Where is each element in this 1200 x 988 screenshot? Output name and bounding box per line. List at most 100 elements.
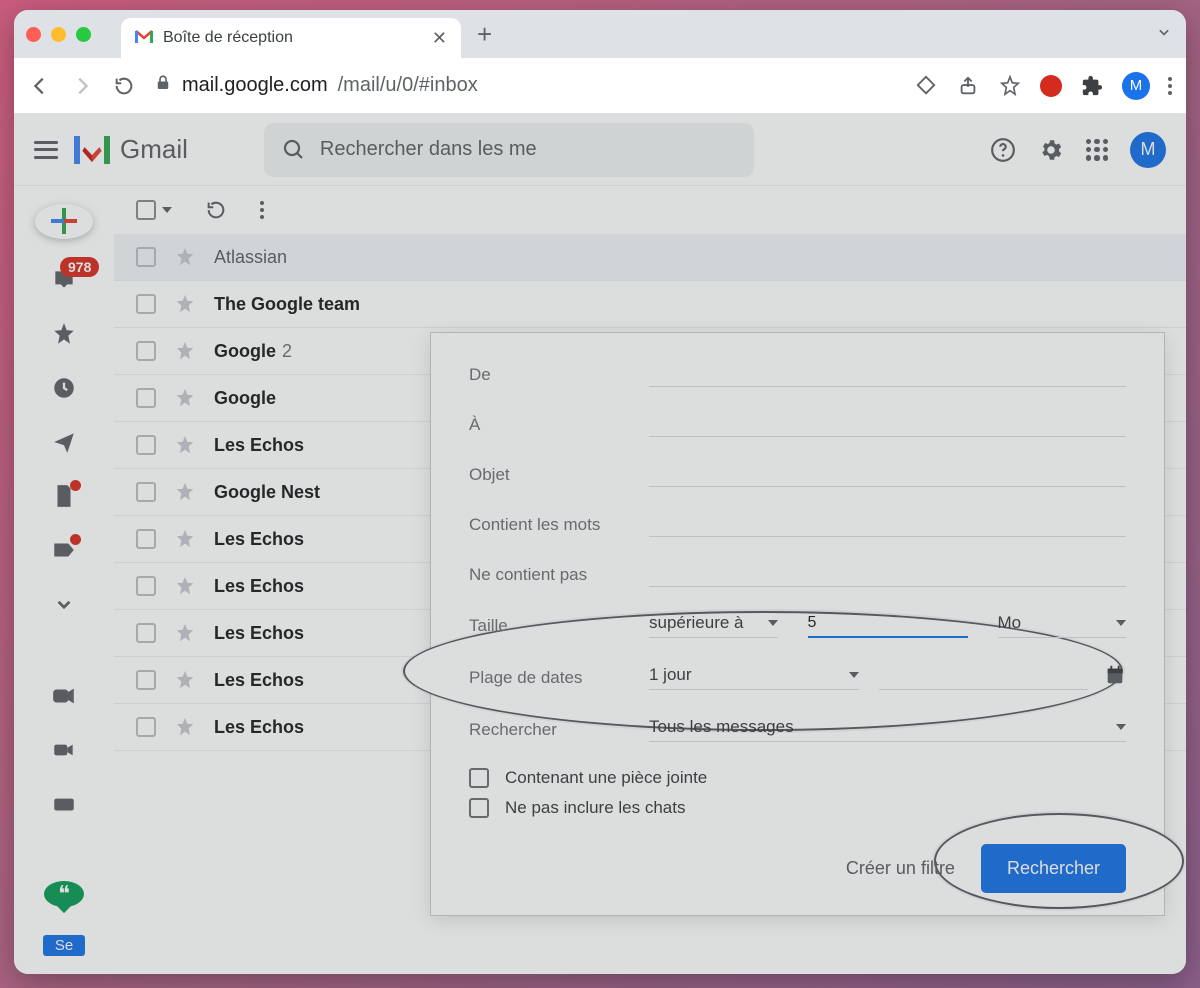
list-more-icon[interactable] <box>260 201 264 219</box>
has-words-input[interactable] <box>649 513 1126 537</box>
tabs-dropdown-icon[interactable] <box>1154 22 1174 47</box>
help-icon[interactable] <box>990 137 1016 163</box>
sender: Google <box>214 388 276 409</box>
row-star-icon[interactable] <box>174 387 196 409</box>
to-label: À <box>469 415 649 435</box>
subject-input[interactable] <box>649 463 1126 487</box>
searchin-select[interactable]: Tous les messages <box>649 717 1126 742</box>
exclude-chats-check[interactable]: Ne pas inclure les chats <box>469 798 1126 818</box>
share-icon[interactable] <box>956 74 980 98</box>
gmail-text: Gmail <box>120 134 188 165</box>
search-filter-panel: De À Objet Contient les mots Ne contient… <box>430 332 1165 916</box>
create-filter-link[interactable]: Créer un filtre <box>846 858 955 879</box>
not-has-input[interactable] <box>649 563 1126 587</box>
meet-camera-icon[interactable] <box>50 683 78 709</box>
hangouts-icon[interactable]: ❝ <box>44 881 84 907</box>
reader-mode-icon[interactable] <box>914 74 938 98</box>
extension-red-icon[interactable] <box>1040 75 1062 97</box>
row-star-icon[interactable] <box>174 293 196 315</box>
mail-row[interactable]: Atlassian <box>114 234 1186 281</box>
daterange-input[interactable] <box>879 666 1089 690</box>
keyboard-icon[interactable] <box>50 791 78 817</box>
meet-camera-solid-icon[interactable] <box>50 737 78 763</box>
snoozed-icon[interactable] <box>50 375 78 401</box>
subject-label: Objet <box>469 465 649 485</box>
row-checkbox[interactable] <box>136 247 156 267</box>
has-words-label: Contient les mots <box>469 515 649 535</box>
lock-icon <box>154 74 172 98</box>
row-star-icon[interactable] <box>174 528 196 550</box>
extensions-puzzle-icon[interactable] <box>1080 74 1104 98</box>
row-checkbox[interactable] <box>136 482 156 502</box>
sent-icon[interactable] <box>50 429 78 455</box>
size-label: Taille <box>469 616 649 636</box>
close-tab-icon[interactable]: ✕ <box>432 28 447 49</box>
row-star-icon[interactable] <box>174 434 196 456</box>
row-checkbox[interactable] <box>136 717 156 737</box>
row-checkbox[interactable] <box>136 670 156 690</box>
sender: The Google team <box>214 294 360 315</box>
search-placeholder: Rechercher dans les me <box>320 138 537 161</box>
profile-avatar[interactable]: M <box>1122 72 1150 100</box>
row-star-icon[interactable] <box>174 575 196 597</box>
settings-gear-icon[interactable] <box>1038 137 1064 163</box>
refresh-icon[interactable] <box>204 198 228 222</box>
labels-icon[interactable] <box>50 537 78 563</box>
gmail-logo[interactable]: Gmail <box>74 134 188 165</box>
more-icon[interactable] <box>50 591 78 617</box>
header-right: M <box>990 132 1166 168</box>
maximize-window[interactable] <box>76 27 91 42</box>
from-input[interactable] <box>649 363 1126 387</box>
sender: Les Echos <box>214 435 304 456</box>
row-checkbox[interactable] <box>136 623 156 643</box>
plus-icon <box>51 208 77 234</box>
menu-hamburger-icon[interactable] <box>34 141 58 159</box>
close-window[interactable] <box>26 27 41 42</box>
sender: Les Echos <box>214 717 304 738</box>
to-input[interactable] <box>649 413 1126 437</box>
compose-button[interactable] <box>35 204 93 239</box>
has-attachment-check[interactable]: Contenant une pièce jointe <box>469 768 1126 788</box>
forward-icon[interactable] <box>70 74 94 98</box>
select-all[interactable] <box>136 200 172 220</box>
mail-row[interactable]: The Google team <box>114 281 1186 328</box>
row-checkbox[interactable] <box>136 529 156 549</box>
search-box[interactable]: Rechercher dans les me <box>264 123 754 177</box>
se-button[interactable]: Se <box>43 935 85 956</box>
row-star-icon[interactable] <box>174 716 196 738</box>
browser-tab[interactable]: Boîte de réception ✕ <box>121 18 461 58</box>
bookmark-star-icon[interactable] <box>998 74 1022 98</box>
browser-menu-icon[interactable] <box>1168 77 1172 95</box>
calendar-icon[interactable] <box>1104 664 1126 691</box>
drafts-icon[interactable] <box>50 483 78 509</box>
minimize-window[interactable] <box>51 27 66 42</box>
row-checkbox[interactable] <box>136 294 156 314</box>
url-bar[interactable]: mail.google.com/mail/u/0/#inbox <box>154 74 896 98</box>
reload-icon[interactable] <box>112 74 136 98</box>
row-star-icon[interactable] <box>174 669 196 691</box>
row-star-icon[interactable] <box>174 622 196 644</box>
starred-icon[interactable] <box>50 321 78 347</box>
row-checkbox[interactable] <box>136 341 156 361</box>
sender: Google2 <box>214 341 292 362</box>
row-checkbox[interactable] <box>136 435 156 455</box>
size-value-input[interactable]: 5 <box>808 614 968 638</box>
row-star-icon[interactable] <box>174 340 196 362</box>
size-op-select[interactable]: supérieure à <box>649 613 778 638</box>
new-tab-button[interactable]: + <box>477 19 492 50</box>
row-checkbox[interactable] <box>136 388 156 408</box>
size-unit-select[interactable]: Mo <box>998 613 1127 638</box>
daterange-select[interactable]: 1 jour <box>649 665 859 690</box>
inbox-icon[interactable]: 978 <box>50 267 78 293</box>
search-button[interactable]: Rechercher <box>981 844 1126 893</box>
back-icon[interactable] <box>28 74 52 98</box>
gmail-header: Gmail Rechercher dans les me M <box>14 114 1186 186</box>
row-checkbox[interactable] <box>136 576 156 596</box>
account-avatar[interactable]: M <box>1130 132 1166 168</box>
apps-grid-icon[interactable] <box>1086 139 1108 161</box>
row-star-icon[interactable] <box>174 246 196 268</box>
row-star-icon[interactable] <box>174 481 196 503</box>
page-content: Gmail Rechercher dans les me M 978 <box>14 114 1186 974</box>
from-label: De <box>469 365 649 385</box>
list-toolbar <box>114 186 1186 234</box>
